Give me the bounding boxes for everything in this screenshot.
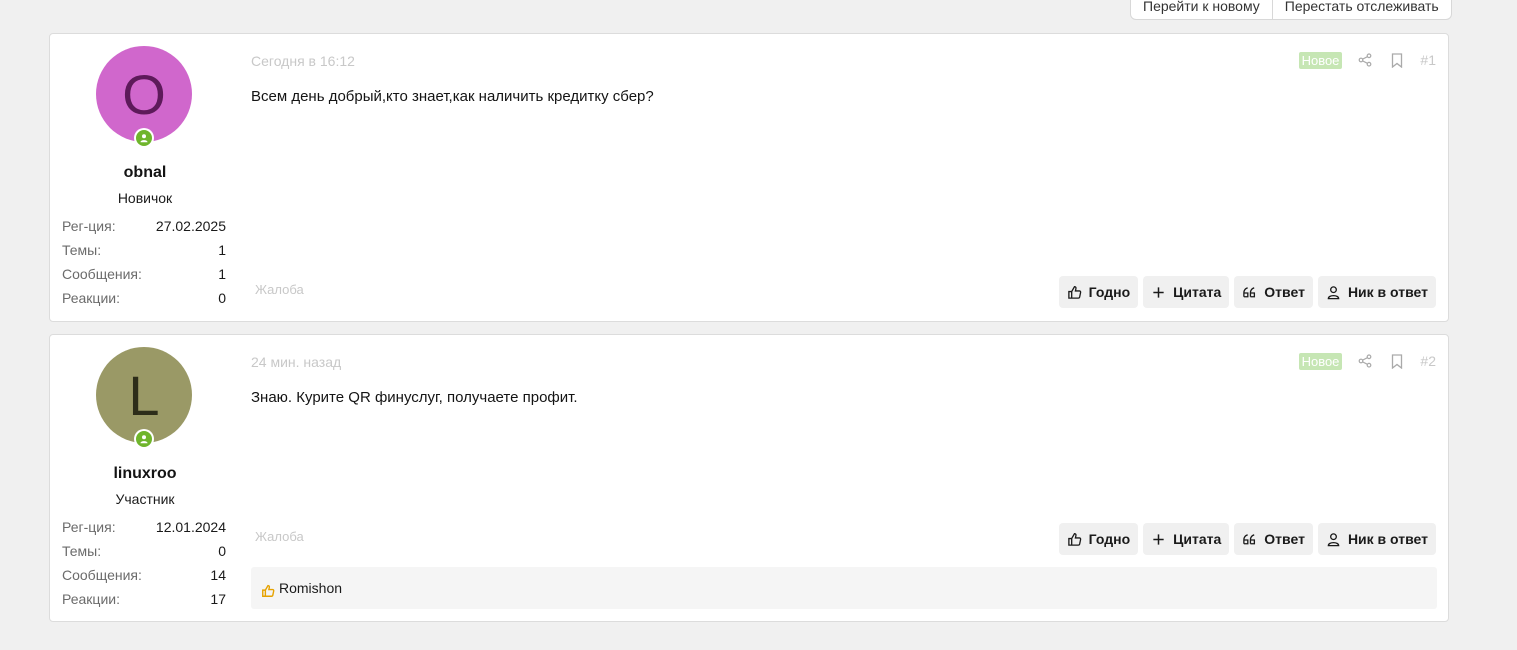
stat-label: Реакции: — [62, 591, 120, 607]
post-actions: Годно Цитата Ответ Ник в ответ — [1058, 276, 1436, 308]
stat-value: 1 — [218, 266, 226, 282]
quote-icon — [1243, 533, 1256, 544]
plus-icon — [1153, 533, 1164, 545]
quote-label: Цитата — [1173, 284, 1222, 300]
quote-button[interactable]: Цитата — [1143, 523, 1230, 555]
thumbs-up-icon — [1067, 532, 1081, 546]
new-badge: Новое — [1298, 51, 1343, 69]
stat-label: Темы: — [62, 242, 102, 258]
post-message: Знаю. Курите QR финуслуг, получаете проф… — [251, 389, 578, 406]
share-icon[interactable] — [1356, 352, 1374, 370]
reply-label: Ответ — [1264, 531, 1305, 547]
avatar-letter: L — [128, 363, 160, 427]
thumbs-up-icon — [1067, 285, 1081, 299]
stat-label: Рег-ция: — [62, 519, 116, 535]
new-badge: Новое — [1298, 352, 1343, 370]
stat-row: Сообщения: 14 — [62, 565, 226, 589]
online-status — [134, 429, 154, 449]
online-user-icon — [136, 130, 152, 146]
reaction-thumbs-up-icon — [262, 584, 275, 597]
post-meta: Новое #2 — [1298, 352, 1436, 370]
post-number[interactable]: #2 — [1420, 353, 1436, 369]
mention-label: Ник в ответ — [1347, 531, 1428, 547]
stat-value: 12.01.2024 — [155, 519, 226, 535]
stat-row: Темы: 1 — [62, 240, 226, 264]
user-title: Участник — [115, 491, 175, 507]
post-date[interactable]: 24 мин. назад — [251, 354, 341, 370]
stat-row: Реакции: 17 — [62, 589, 226, 613]
stat-row: Сообщения: 1 — [62, 264, 226, 288]
mention-button[interactable]: Ник в ответ — [1317, 276, 1436, 308]
bookmark-icon[interactable] — [1388, 51, 1406, 69]
stat-row: Рег-ция: 12.01.2024 — [62, 517, 226, 541]
report-link[interactable]: Жалоба — [255, 529, 304, 544]
reply-button[interactable]: Ответ — [1234, 276, 1313, 308]
user-stats: Рег-ция: 12.01.2024 Темы: 0 Сообщения: 14 Р… — [62, 517, 226, 613]
report-link[interactable]: Жалоба — [255, 282, 304, 297]
online-user-icon — [136, 431, 152, 447]
stat-value: 1 — [218, 242, 226, 258]
share-icon[interactable] — [1356, 51, 1374, 69]
post-number[interactable]: #1 — [1420, 52, 1436, 68]
quote-button[interactable]: Цитата — [1143, 276, 1230, 308]
user-icon — [1327, 285, 1340, 299]
mention-label: Ник в ответ — [1347, 284, 1428, 300]
thread-top-actions: Перейти к новому Перестать отслеживать — [1130, 0, 1452, 20]
quote-icon — [1243, 286, 1256, 297]
avatar-letter: O — [122, 62, 166, 126]
like-button[interactable]: Годно — [1058, 276, 1139, 308]
stat-label: Сообщения: — [62, 266, 142, 282]
reply-label: Ответ — [1264, 284, 1305, 300]
stat-row: Реакции: 0 — [62, 288, 226, 312]
like-button[interactable]: Годно — [1058, 523, 1139, 555]
bookmark-icon[interactable] — [1388, 352, 1406, 370]
online-status — [134, 128, 154, 148]
reaction-user-link[interactable]: Romishon — [279, 580, 342, 596]
user-stats: Рег-ция: 27.02.2025 Темы: 1 Сообщения: 1 Ре… — [62, 216, 226, 312]
post: L linuxroo Участник Рег-ция: 12.01.2024 Т… — [49, 334, 1449, 622]
plus-icon — [1153, 286, 1164, 298]
stat-value: 0 — [218, 543, 226, 559]
post: O obnal Новичок Рег-ция: 27.02.2025 Темы:… — [49, 33, 1449, 322]
unwatch-button[interactable]: Перестать отслеживать — [1271, 0, 1451, 19]
stat-label: Сообщения: — [62, 567, 142, 583]
reactions-bar: Romishon — [251, 567, 1437, 609]
go-to-new-button[interactable]: Перейти к новому — [1131, 0, 1272, 19]
stat-value: 17 — [210, 591, 226, 607]
post-meta: Новое #1 — [1298, 51, 1436, 69]
like-label: Годно — [1088, 284, 1131, 300]
user-title: Новичок — [117, 190, 173, 206]
stat-value: 0 — [218, 290, 226, 306]
user-icon — [1327, 532, 1340, 546]
username[interactable]: obnal — [50, 164, 240, 182]
post-message: Всем день добрый,кто знает,как наличить … — [251, 88, 654, 105]
stat-row: Рег-ция: 27.02.2025 — [62, 216, 226, 240]
stat-label: Реакции: — [62, 290, 120, 306]
like-label: Годно — [1088, 531, 1131, 547]
stat-label: Темы: — [62, 543, 102, 559]
post-actions: Годно Цитата Ответ Ник в ответ — [1058, 523, 1436, 555]
stat-row: Темы: 0 — [62, 541, 226, 565]
quote-label: Цитата — [1173, 531, 1222, 547]
post-date[interactable]: Сегодня в 16:12 — [251, 53, 355, 69]
stat-value: 27.02.2025 — [155, 218, 226, 234]
reply-button[interactable]: Ответ — [1234, 523, 1313, 555]
username[interactable]: linuxroo — [50, 465, 240, 483]
mention-button[interactable]: Ник в ответ — [1317, 523, 1436, 555]
stat-label: Рег-ция: — [62, 218, 116, 234]
stat-value: 14 — [210, 567, 226, 583]
